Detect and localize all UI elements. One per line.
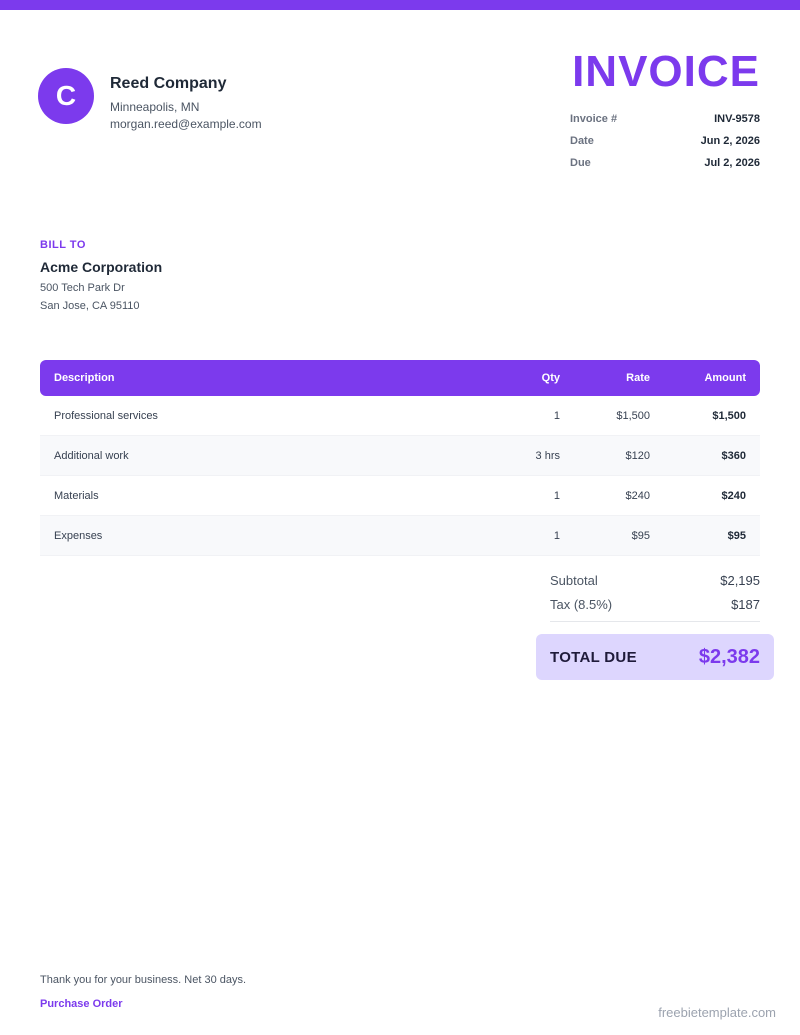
bill-to-section: BILL TO Acme Corporation 500 Tech Park D… (40, 239, 162, 313)
tax-value: $187 (731, 596, 760, 612)
tax-row: Tax (8.5%) $187 (550, 592, 760, 616)
row-description: Materials (54, 489, 99, 502)
header-amount: Amount (704, 372, 746, 384)
meta-row-date: Date Jun 2, 2026 (570, 130, 760, 152)
meta-value: Jul 2, 2026 (704, 157, 760, 169)
row-rate: $1,500 (616, 409, 650, 422)
company-info: Reed Company Minneapolis, MN morgan.reed… (110, 75, 262, 132)
meta-row-due: Due Jul 2, 2026 (570, 152, 760, 174)
totals-section: Subtotal $2,195 Tax (8.5%) $187 (550, 568, 760, 616)
invoice-title: INVOICE (572, 47, 760, 96)
purchase-order-link[interactable]: Purchase Order (40, 998, 123, 1010)
row-qty: 3 hrs (535, 449, 560, 462)
row-description: Professional services (54, 409, 158, 422)
header-rate: Rate (626, 372, 650, 384)
total-due-label: TOTAL DUE (550, 648, 637, 666)
row-qty: 1 (553, 489, 560, 502)
row-rate: $95 (631, 529, 650, 542)
table-header: Description Qty Rate Amount (40, 360, 760, 396)
row-description: Expenses (54, 529, 103, 542)
header-qty: Qty (541, 372, 560, 384)
row-amount: $360 (721, 449, 746, 462)
company-location: Minneapolis, MN (110, 100, 200, 114)
meta-label: Due (570, 157, 591, 169)
bill-to-label: BILL TO (40, 239, 86, 251)
row-amount: $95 (727, 529, 746, 542)
row-amount: $240 (721, 489, 746, 502)
table-row: Materials 1 $240 $240 (40, 476, 760, 516)
row-description: Additional work (54, 449, 129, 462)
header-description: Description (54, 372, 115, 384)
row-qty: 1 (553, 409, 560, 422)
meta-row-invoice-number: Invoice # INV-9578 (570, 108, 760, 130)
table-row: Professional services 1 $1,500 $1,500 (40, 396, 760, 436)
row-rate: $240 (625, 489, 650, 502)
meta-label: Invoice # (570, 113, 618, 125)
total-due-box: TOTAL DUE $2,382 (536, 634, 774, 680)
meta-value: Jun 2, 2026 (700, 135, 760, 147)
client-address-line1: 500 Tech Park Dr (40, 282, 125, 294)
total-due-value: $2,382 (698, 645, 760, 668)
company-logo: C (38, 68, 94, 124)
company-name: Reed Company (110, 75, 227, 92)
meta-label: Date (570, 135, 594, 147)
subtotal-value: $2,195 (720, 572, 760, 588)
watermark: freebietemplate.com (658, 1005, 776, 1020)
footer-note: Thank you for your business. Net 30 days… (40, 974, 247, 986)
table-row: Expenses 1 $95 $95 (40, 516, 760, 556)
row-amount: $1,500 (712, 409, 746, 422)
row-qty: 1 (553, 529, 560, 542)
subtotal-label: Subtotal (550, 572, 598, 588)
company-email: morgan.reed@example.com (110, 117, 262, 131)
tax-label: Tax (8.5%) (550, 596, 613, 612)
line-items-table: Description Qty Rate Amount Professional… (40, 360, 760, 556)
top-accent-bar (0, 0, 800, 10)
row-rate: $120 (625, 449, 650, 462)
client-name: Acme Corporation (40, 259, 163, 275)
totals-divider (550, 621, 760, 622)
client-address-line2: San Jose, CA 95110 (40, 300, 140, 312)
subtotal-row: Subtotal $2,195 (550, 568, 760, 592)
table-row: Additional work 3 hrs $120 $360 (40, 436, 760, 476)
invoice-meta: Invoice # INV-9578 Date Jun 2, 2026 Due … (570, 108, 760, 174)
meta-value: INV-9578 (714, 113, 760, 125)
